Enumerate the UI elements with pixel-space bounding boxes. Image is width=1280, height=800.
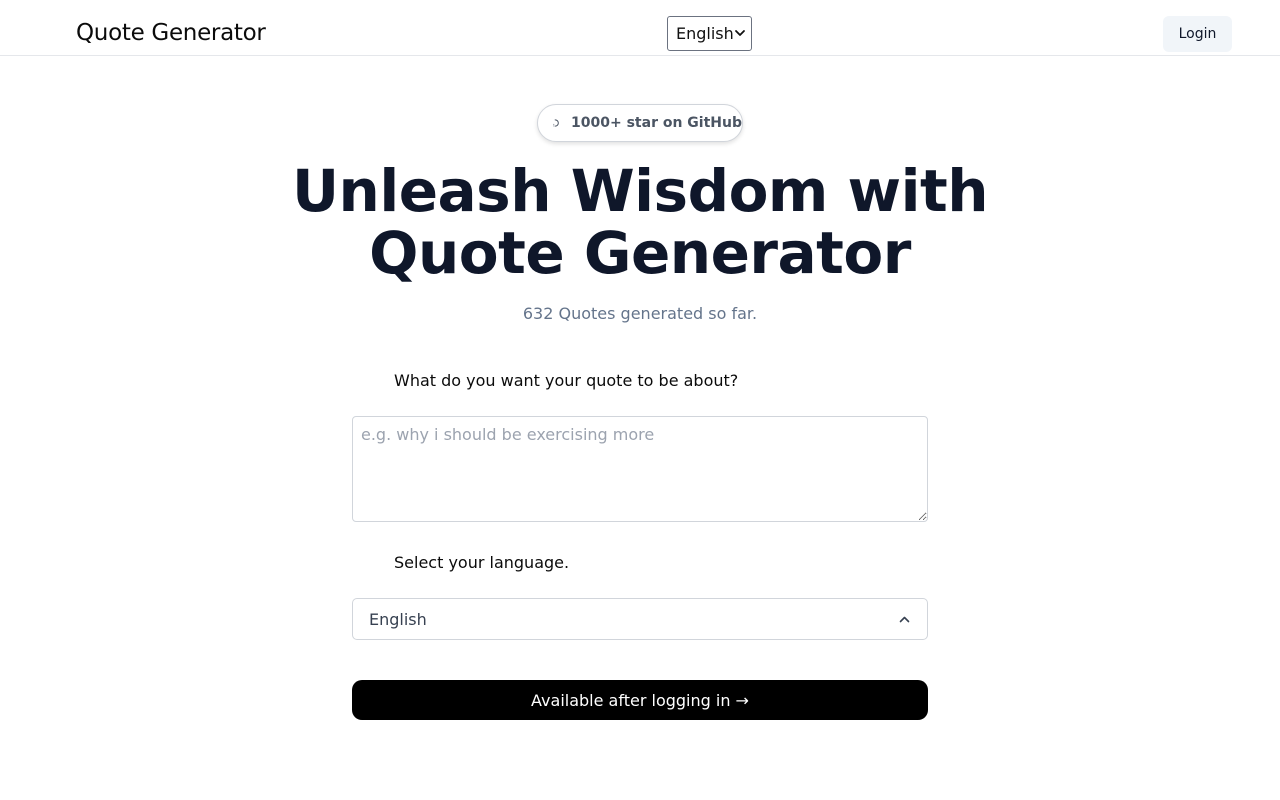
brand-title[interactable]: Quote Generator xyxy=(76,18,266,48)
github-icon xyxy=(553,119,559,127)
top-navbar: Quote Generator English Login xyxy=(0,0,1280,56)
chevron-up-icon xyxy=(899,616,910,623)
language-label: Select your language. xyxy=(394,553,570,572)
title-line-1: Unleash Wisdom with xyxy=(291,157,989,225)
language-select[interactable]: English xyxy=(352,598,928,640)
topic-label: What do you want your quote to be about? xyxy=(394,371,739,390)
header-language-select[interactable]: English xyxy=(667,16,752,51)
generate-button[interactable]: Available after logging in → xyxy=(352,680,928,720)
page-title: Unleash Wisdom with Quote Generator xyxy=(240,160,1040,284)
header-language-value: English xyxy=(676,24,734,43)
login-button[interactable]: Login xyxy=(1163,16,1232,52)
title-line-2: Quote Generator xyxy=(369,219,911,287)
topic-input[interactable] xyxy=(352,416,928,522)
github-star-badge[interactable]: 1000+ star on GitHub xyxy=(537,104,743,142)
quotes-counter: 632 Quotes generated so far. xyxy=(522,304,758,323)
github-badge-text: 1000+ star on GitHub xyxy=(571,115,742,131)
chevron-down-icon xyxy=(735,30,745,36)
language-select-value: English xyxy=(369,609,427,629)
